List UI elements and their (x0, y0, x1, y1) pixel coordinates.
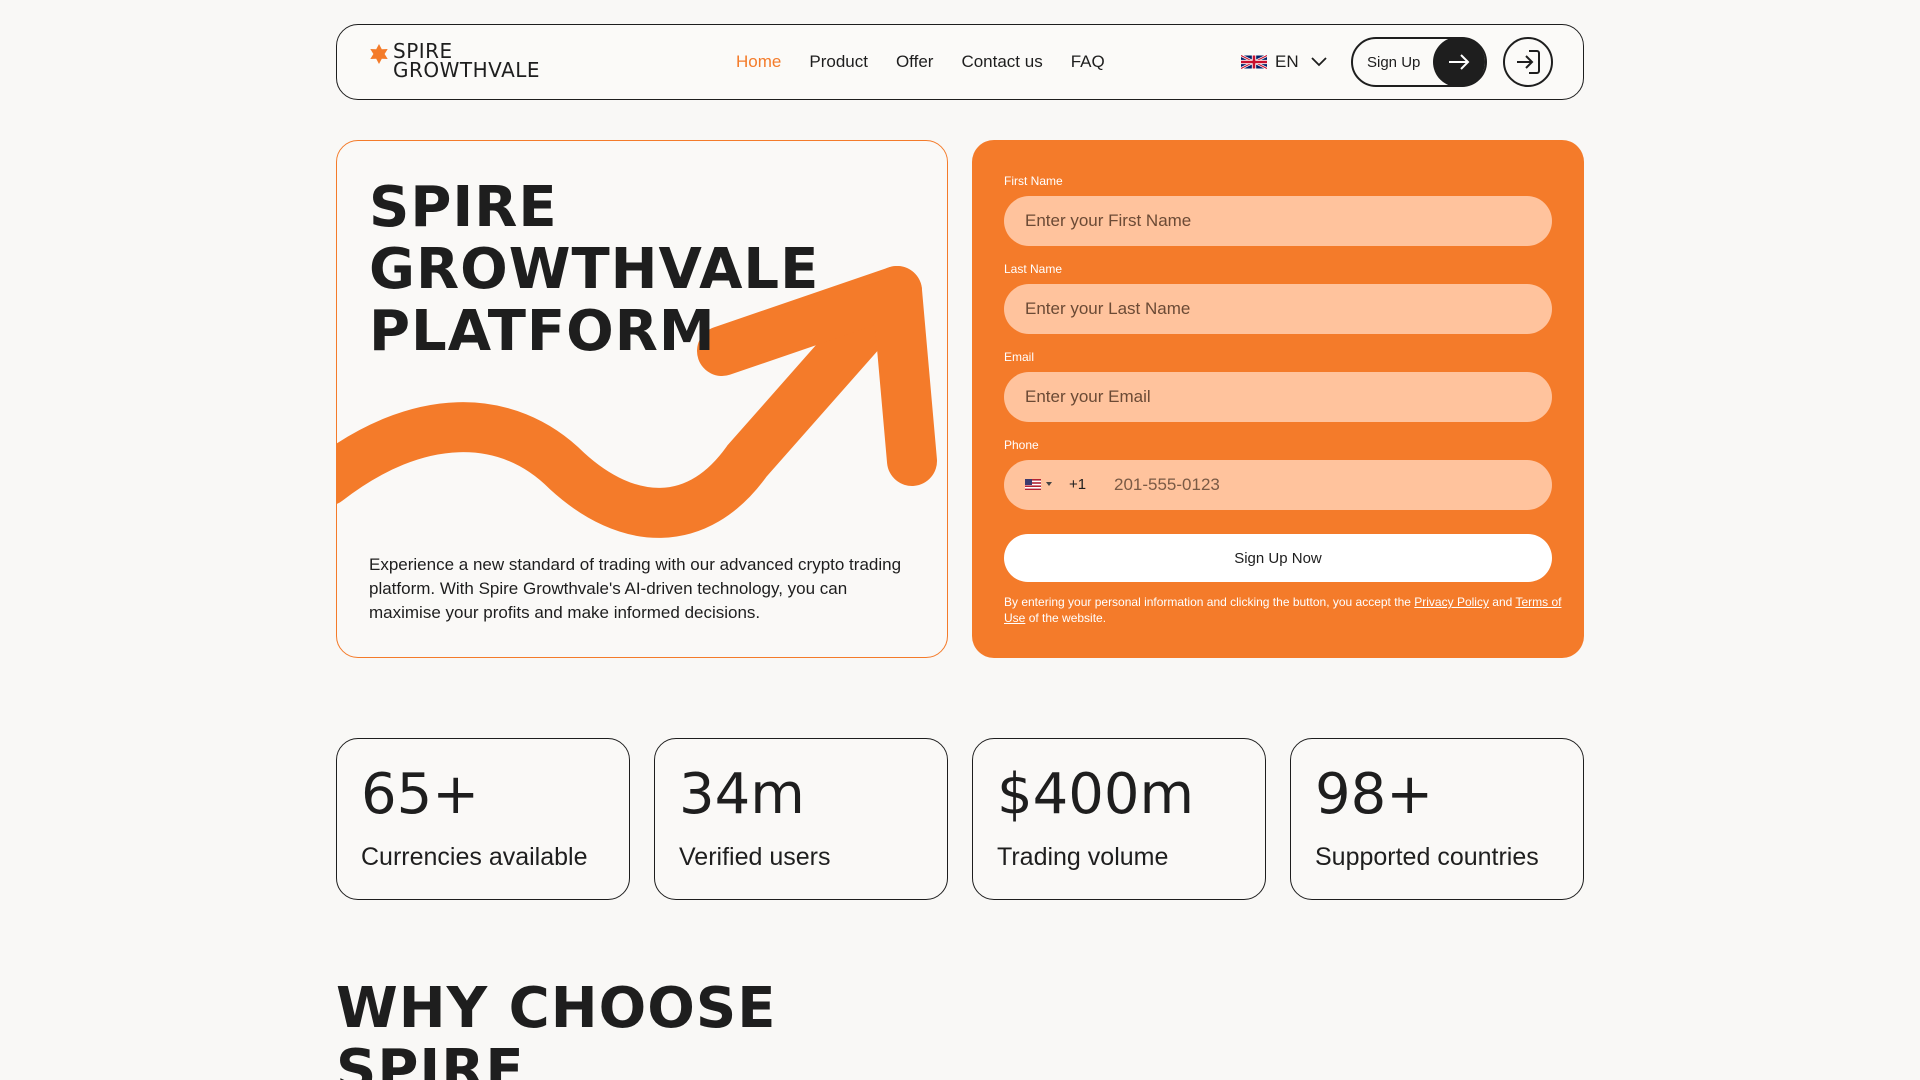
stat-card-countries: 98+ Supported countries (1290, 738, 1584, 900)
nav-offer[interactable]: Offer (896, 52, 933, 72)
hero-card: SPIRE GROWTHVALE PLATFORM Experience a n… (336, 140, 948, 658)
privacy-policy-link[interactable]: Privacy Policy (1414, 595, 1489, 609)
language-code: EN (1275, 52, 1299, 71)
why-line-2: SPIRE (336, 1038, 525, 1080)
consent-and: and (1492, 595, 1513, 609)
stat-card-users: 34m Verified users (654, 738, 948, 900)
header-signup-button[interactable]: Sign Up (1351, 37, 1487, 87)
nav-faq[interactable]: FAQ (1071, 52, 1105, 72)
logo-text: SPIRE GROWTHVALE (393, 41, 541, 82)
nav-home[interactable]: Home (736, 52, 781, 72)
login-button[interactable] (1503, 37, 1553, 87)
first-name-field[interactable] (1004, 196, 1552, 246)
login-icon (1517, 50, 1540, 74)
consent-prefix: By entering your personal information an… (1004, 595, 1411, 609)
stat-label: Trading volume (997, 843, 1169, 871)
stat-label: Currencies available (361, 843, 588, 871)
hero-title-line-3: PLATFORM (369, 299, 716, 364)
email-field[interactable] (1004, 372, 1552, 422)
arrow-right-icon (1433, 37, 1485, 87)
nav-product[interactable]: Product (809, 52, 868, 72)
last-name-label: Last Name (1004, 262, 1063, 276)
phone-field[interactable] (1114, 460, 1534, 510)
signup-form: First Name Last Name Email Phone +1 Sign… (972, 140, 1584, 658)
why-choose-heading: WHY CHOOSE SPIRE (336, 978, 776, 1080)
uk-flag-icon (1241, 55, 1267, 69)
stat-value: 34m (679, 762, 805, 827)
main-nav: Home Product Offer Contact us FAQ (736, 25, 1105, 99)
logo-line-2: GROWTHVALE (393, 58, 541, 82)
nav-contact-us[interactable]: Contact us (961, 52, 1042, 72)
why-line-1: WHY CHOOSE (336, 976, 777, 1041)
consent-text: By entering your personal information an… (1004, 594, 1564, 626)
phone-label: Phone (1004, 438, 1039, 452)
stat-card-currencies: 65+ Currencies available (336, 738, 630, 900)
logo[interactable]: SPIRE GROWTHVALE (369, 41, 541, 82)
header-signup-label: Sign Up (1367, 53, 1421, 71)
first-name-label: First Name (1004, 174, 1063, 188)
email-label: Email (1004, 350, 1035, 364)
site-header: SPIRE GROWTHVALE Home Product Offer Cont… (336, 24, 1584, 100)
hero-description: Experience a new standard of trading wit… (369, 555, 902, 622)
hero-title-line-2: GROWTHVALE (369, 237, 820, 302)
stat-value: 98+ (1315, 762, 1434, 827)
last-name-field[interactable] (1004, 284, 1552, 334)
consent-suffix: of the website. (1028, 611, 1107, 625)
stat-label: Supported countries (1315, 843, 1539, 871)
country-dropdown-caret-icon[interactable] (1046, 482, 1052, 486)
language-selector[interactable]: EN (1241, 25, 1327, 99)
phone-country-code: +1 (1069, 476, 1087, 493)
phone-field-wrapper: +1 (1004, 460, 1552, 510)
stat-value: $400m (997, 762, 1195, 827)
sign-up-now-button[interactable]: Sign Up Now (1004, 534, 1552, 582)
hero-title-line-1: SPIRE (369, 175, 558, 240)
star-logo-icon (370, 44, 388, 64)
stat-label: Verified users (679, 843, 831, 871)
stat-card-volume: $400m Trading volume (972, 738, 1266, 900)
us-flag-icon[interactable] (1025, 479, 1041, 490)
chevron-down-icon (1310, 57, 1327, 67)
hero-title: SPIRE GROWTHVALE PLATFORM (369, 177, 819, 363)
stat-value: 65+ (361, 762, 480, 827)
